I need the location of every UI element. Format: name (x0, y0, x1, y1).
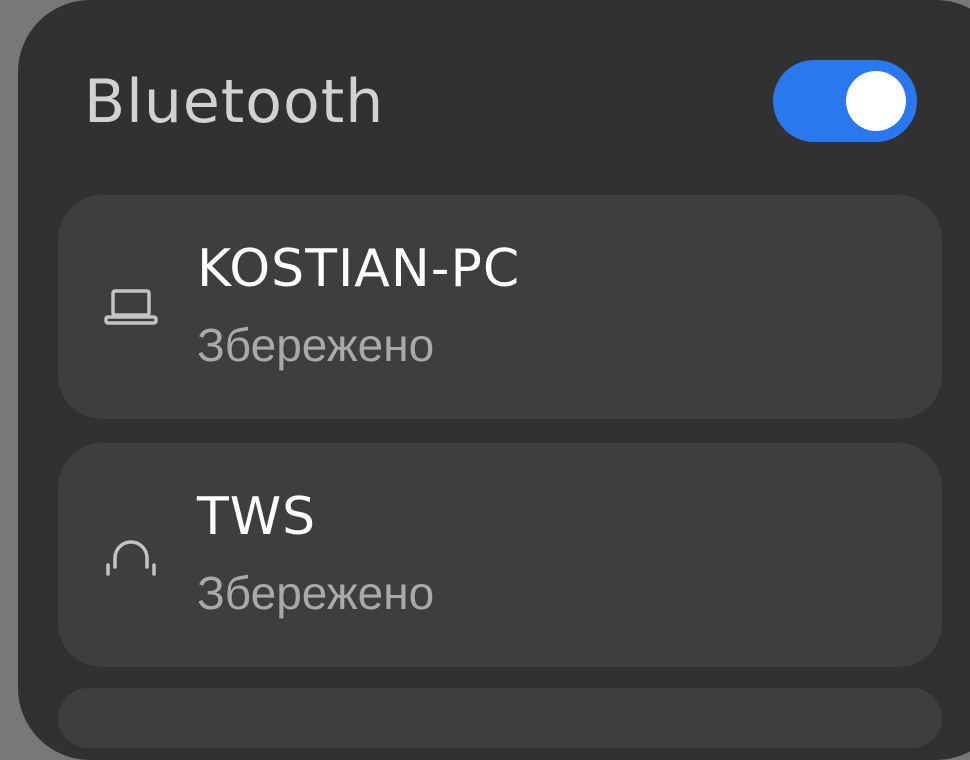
device-name: TWS (197, 487, 317, 547)
device-status: Збережено (197, 319, 435, 371)
device-item-kostian-pc[interactable]: KOSTIAN-PC Збережено (58, 195, 942, 419)
device-status: Збережено (197, 567, 435, 619)
laptop-icon (100, 277, 164, 341)
bluetooth-header: Bluetooth (0, 0, 970, 190)
headphones-icon (100, 525, 164, 589)
device-name: KOSTIAN-PC (197, 239, 521, 299)
bluetooth-toggle[interactable] (773, 60, 917, 142)
toggle-knob (846, 71, 906, 131)
device-item-tws[interactable]: TWS Збережено (58, 443, 942, 667)
page-title: Bluetooth (84, 67, 385, 137)
device-item-partial[interactable] (58, 688, 942, 748)
